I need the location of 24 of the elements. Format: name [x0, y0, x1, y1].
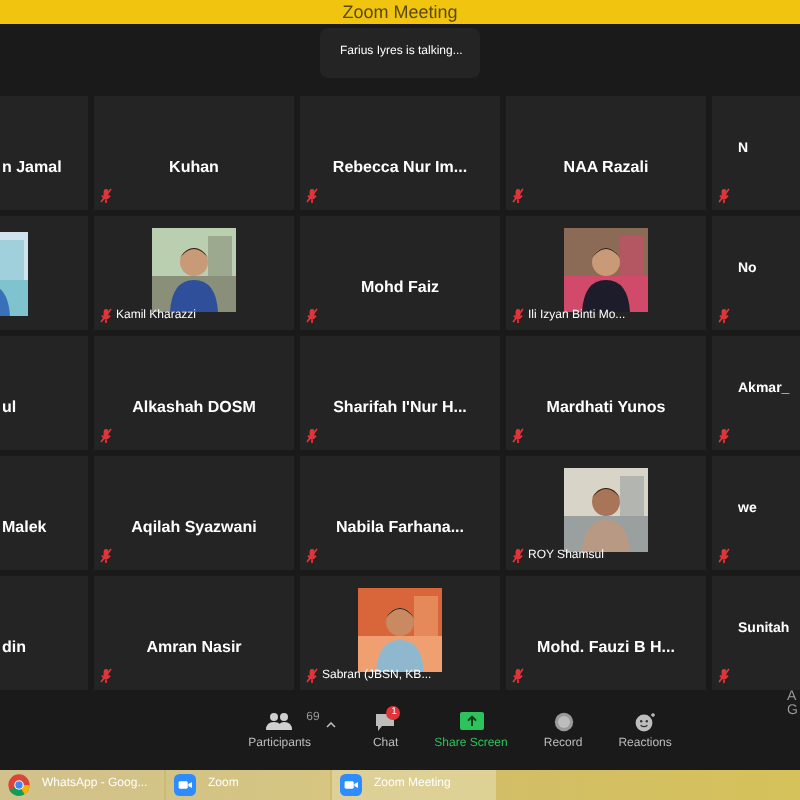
participant-name: Alkashah DOSM	[132, 398, 256, 416]
record-icon	[553, 711, 574, 731]
participant-name: din	[2, 638, 26, 656]
caret-icon[interactable]	[326, 721, 337, 727]
participant-name: Aqilah Syazwani	[131, 518, 257, 536]
browser-icon	[8, 774, 30, 796]
video-camera-icon	[340, 774, 362, 796]
participant-name: n Jamal	[2, 158, 62, 176]
share-screen-icon	[459, 712, 483, 730]
participant-name: Mardhati Yunos	[546, 398, 666, 416]
participant-name: Kuhan	[169, 158, 219, 176]
participant-name: Amran Nasir	[146, 638, 242, 656]
participant-name: ul	[2, 398, 17, 416]
participant-name: Mohd Faiz	[360, 278, 440, 296]
participant-name: Rebecca Nur Im...	[332, 158, 468, 176]
window-title: Zoom Meeting	[342, 3, 458, 21]
video-camera-icon	[174, 774, 196, 796]
participant-name: NAA Razali	[563, 158, 649, 176]
participant-name: Malek	[2, 518, 47, 536]
participant-name: Mohd. Fauzi B H...	[537, 638, 675, 656]
smiley-icon	[634, 711, 657, 731]
people-icon	[266, 712, 293, 730]
participant-name: Nabila Farhana...	[335, 518, 465, 536]
participant-name: Sharifah I'Nur H...	[333, 398, 467, 416]
